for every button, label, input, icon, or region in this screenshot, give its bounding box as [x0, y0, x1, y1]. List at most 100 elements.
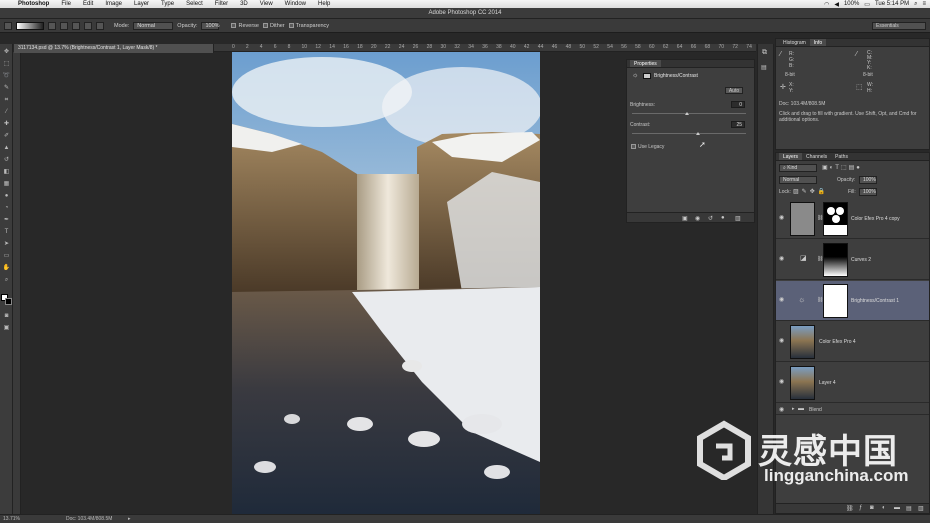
menu-type[interactable]: Type	[155, 1, 180, 7]
linear-gradient-button[interactable]	[48, 21, 56, 30]
menu-window[interactable]: Window	[279, 1, 312, 7]
background-color-swatch[interactable]	[5, 298, 12, 305]
history-panel-icon[interactable]: ⧉	[762, 49, 767, 57]
menu-select[interactable]: Select	[180, 1, 209, 7]
battery-level[interactable]: 100%	[844, 1, 859, 7]
mode-select[interactable]: Normal	[133, 21, 174, 30]
group-name[interactable]: Blend	[809, 407, 822, 413]
new-layer-icon[interactable]: ▤	[906, 505, 912, 512]
menu-layer[interactable]: Layer	[128, 1, 155, 7]
auto-button[interactable]: Auto	[725, 87, 743, 94]
brightness-slider[interactable]	[632, 113, 746, 114]
menu-filter[interactable]: Filter	[209, 1, 234, 7]
contrast-slider[interactable]	[632, 133, 746, 134]
healing-tool-icon[interactable]: ✚	[2, 120, 11, 129]
blur-tool-icon[interactable]: ●	[2, 192, 11, 201]
opacity-field[interactable]: 100%	[201, 21, 220, 30]
layer-thumbnail[interactable]	[790, 366, 815, 400]
menu-view[interactable]: View	[254, 1, 279, 7]
tab-histogram[interactable]: Histogram	[779, 39, 810, 46]
status-menu-arrow-icon[interactable]: ▸	[128, 515, 131, 523]
tab-layers[interactable]: Layers	[779, 153, 803, 160]
menu-help[interactable]: Help	[312, 1, 336, 7]
layer-row[interactable]: ◉ Layer 4	[776, 363, 929, 403]
notification-icon[interactable]: ≡	[922, 1, 926, 7]
layer-mask-thumbnail[interactable]	[823, 202, 848, 236]
trash-icon[interactable]: ▥	[735, 215, 741, 222]
search-icon[interactable]: ⌕	[914, 1, 917, 8]
visibility-icon[interactable]: ●	[721, 215, 725, 221]
diamond-gradient-button[interactable]	[96, 21, 104, 30]
eye-icon[interactable]: ◉	[779, 256, 785, 262]
brush-tool-icon[interactable]: ✐	[2, 132, 11, 141]
layer-mask-thumbnail[interactable]	[823, 243, 848, 277]
menu-3d[interactable]: 3D	[234, 1, 254, 7]
hand-tool-icon[interactable]: ✋	[2, 264, 11, 273]
history-brush-icon[interactable]: ↺	[2, 156, 11, 165]
brightness-field[interactable]: 0	[731, 101, 745, 108]
layer-name[interactable]: Brightness/Contrast 1	[851, 298, 899, 304]
dodge-tool-icon[interactable]: ◔	[2, 204, 11, 213]
layer-row[interactable]: ◉ ◪ ⛓ Curves 2	[776, 240, 929, 280]
quick-mask-icon[interactable]: ◙	[2, 312, 11, 321]
volume-icon[interactable]: ◀	[834, 1, 839, 8]
gradient-picker[interactable]	[16, 21, 44, 30]
layer-name[interactable]: Color Efex Pro 4 copy	[851, 216, 900, 222]
ruler-vertical[interactable]	[13, 52, 21, 514]
properties-panel-icon[interactable]: ▤	[761, 64, 767, 71]
eye-icon[interactable]: ◉	[779, 406, 784, 413]
radial-gradient-button[interactable]	[60, 21, 68, 30]
delete-layer-icon[interactable]: ▥	[918, 505, 924, 512]
layer-thumbnail[interactable]	[790, 325, 815, 359]
menu-app-name[interactable]: Photoshop	[12, 1, 55, 7]
zoom-level[interactable]: 13.71%	[3, 515, 20, 523]
menu-image[interactable]: Image	[99, 1, 128, 7]
contrast-slider-handle[interactable]	[696, 132, 700, 135]
eraser-tool-icon[interactable]: ◧	[2, 168, 11, 177]
eye-icon[interactable]: ◉	[779, 379, 785, 385]
eye-icon[interactable]: ◉	[779, 338, 785, 344]
brightness-slider-handle[interactable]	[685, 112, 689, 115]
document-image[interactable]	[232, 52, 540, 514]
lasso-tool-icon[interactable]: ➰	[2, 72, 11, 81]
reverse-checkbox[interactable]	[231, 22, 237, 28]
gradient-tool-icon[interactable]	[4, 21, 12, 30]
workspace-select[interactable]: Essentials	[872, 22, 926, 30]
fx-icon[interactable]: ƒ	[859, 505, 862, 511]
crop-tool-icon[interactable]: ⌗	[2, 96, 11, 105]
angle-gradient-button[interactable]	[72, 21, 80, 30]
transparency-checkbox[interactable]	[288, 22, 294, 28]
shape-tool-icon[interactable]: ▭	[2, 252, 11, 261]
use-legacy-checkbox[interactable]	[631, 144, 636, 150]
path-select-tool-icon[interactable]: ➤	[2, 240, 11, 249]
zoom-tool-icon[interactable]: ⌕	[2, 276, 11, 285]
dither-option[interactable]: Dither	[262, 23, 285, 29]
lock-icons[interactable]: ▨✎✥🔒	[793, 188, 828, 195]
layer-group-row[interactable]: ◉ ▸ ▬ Blend	[776, 404, 929, 415]
type-tool-icon[interactable]: T	[2, 228, 11, 237]
layer-filter-icons[interactable]: ▣◐T⬚▤●	[822, 164, 862, 171]
quick-select-tool-icon[interactable]: ✎	[2, 84, 11, 93]
reflected-gradient-button[interactable]	[84, 21, 92, 30]
new-adjustment-icon[interactable]: ◐	[882, 505, 886, 511]
view-previous-icon[interactable]: ◉	[695, 215, 700, 222]
layer-name[interactable]: Layer 4	[819, 380, 836, 386]
new-group-icon[interactable]: ▬	[894, 505, 900, 511]
contrast-field[interactable]: 25	[731, 121, 745, 128]
use-legacy-option[interactable]: Use Legacy	[631, 144, 664, 150]
gradient-tool-icon[interactable]: ▦	[2, 180, 11, 189]
layer-mask-icon[interactable]	[643, 73, 651, 79]
layer-name[interactable]: Curves 2	[851, 257, 871, 263]
pen-tool-icon[interactable]: ✒	[2, 216, 11, 225]
tab-paths[interactable]: Paths	[831, 153, 852, 160]
tab-info[interactable]: Info	[809, 39, 827, 46]
layer-name[interactable]: Color Efex Pro 4	[819, 339, 856, 345]
properties-title[interactable]: Properties	[630, 60, 661, 67]
clip-to-layer-icon[interactable]: ▣	[682, 215, 688, 222]
layer-row-selected[interactable]: ◉ ☼ ⛓ Brightness/Contrast 1	[776, 281, 929, 321]
fill-field[interactable]: 100%	[859, 188, 877, 196]
layer-thumbnail[interactable]	[790, 202, 815, 236]
eye-icon[interactable]: ◉	[779, 215, 785, 221]
eyedropper-tool-icon[interactable]: ⁄	[2, 108, 11, 117]
layer-mask-thumbnail[interactable]	[823, 284, 848, 318]
